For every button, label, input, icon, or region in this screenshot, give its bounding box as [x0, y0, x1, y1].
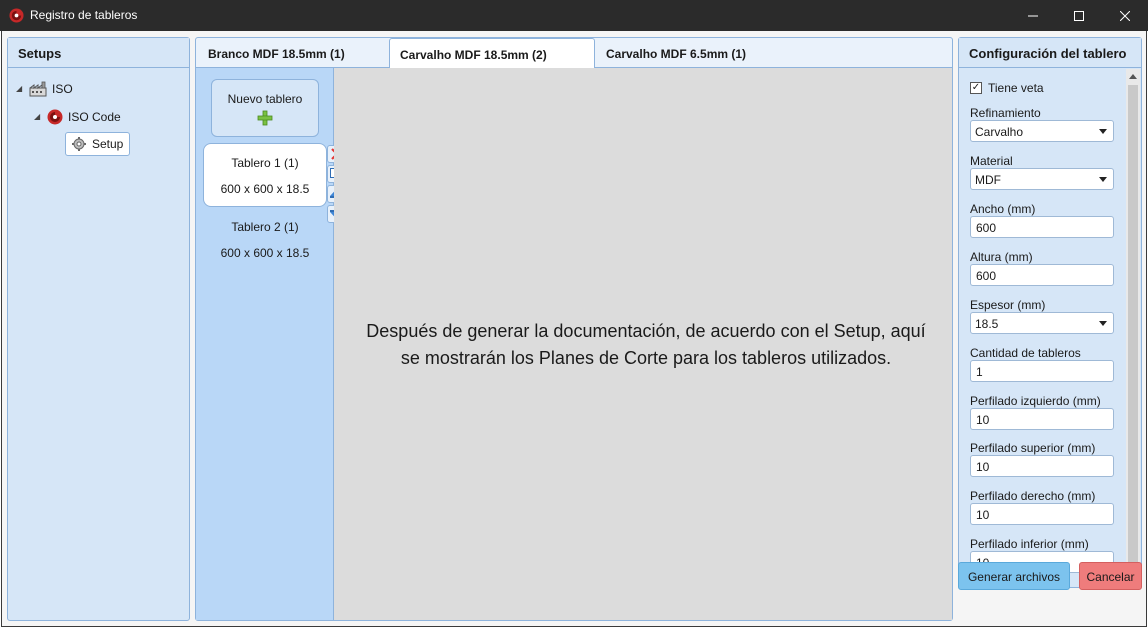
perfilado-inferior-label: Perfilado inferior (mm): [970, 537, 1089, 551]
plus-icon: [257, 110, 273, 126]
tab-label: Branco MDF 18.5mm (1): [208, 47, 345, 61]
config-form: ✓ Tiene veta Refinamiento Carvalho Mater…: [960, 69, 1140, 586]
tree-label-iso: ISO: [52, 82, 73, 96]
board-card[interactable]: Tablero 2 (1) 600 x 600 x 18.5: [203, 208, 327, 272]
board-name: Tablero 1 (1): [231, 156, 299, 170]
tab-carvalho-mdf-6-5[interactable]: Carvalho MDF 6.5mm (1): [596, 38, 796, 68]
maximize-button[interactable]: [1056, 0, 1102, 31]
preview-message-line1: Después de generar la documentación, de …: [366, 321, 926, 341]
altura-label: Altura (mm): [970, 250, 1033, 264]
perfilado-superior-label: Perfilado superior (mm): [970, 441, 1096, 455]
new-board-label: Nuevo tablero: [227, 92, 303, 106]
cutting-plan-preview: Después de generar la documentación, de …: [334, 68, 952, 620]
refinamiento-select[interactable]: Carvalho: [970, 120, 1114, 142]
scrollbar-thumb[interactable]: [1128, 85, 1138, 570]
board-name: Tablero 2 (1): [231, 220, 299, 234]
refinamiento-value: Carvalho: [975, 125, 1024, 139]
factory-icon: [29, 81, 47, 97]
tab-carvalho-mdf-18-5[interactable]: Carvalho MDF 18.5mm (2): [389, 38, 595, 69]
window-title: Registro de tableros: [30, 8, 138, 22]
material-value: MDF: [975, 173, 1001, 187]
close-icon: [1120, 10, 1130, 21]
boards-panel: Branco MDF 18.5mm (1) Carvalho MDF 18.5m…: [195, 37, 953, 621]
expander-icon[interactable]: ◢: [34, 113, 42, 121]
ancho-input[interactable]: 600: [970, 216, 1114, 238]
material-label: Material: [970, 154, 1013, 168]
espesor-select[interactable]: 18.5: [970, 312, 1114, 334]
iso-code-icon: [47, 109, 63, 125]
scroll-up-icon[interactable]: [1129, 74, 1137, 79]
tree-item-iso[interactable]: ◢ ISO: [16, 81, 73, 97]
new-board-button[interactable]: Nuevo tablero: [211, 79, 319, 137]
expander-icon[interactable]: ◢: [16, 85, 24, 93]
board-card[interactable]: Tablero 1 (1) 600 x 600 x 18.5: [203, 143, 327, 207]
perfilado-izquierdo-label: Perfilado izquierdo (mm): [970, 394, 1101, 408]
minimize-icon: [1028, 15, 1038, 16]
maximize-icon: [1074, 10, 1084, 21]
setups-header: Setups: [8, 38, 189, 68]
board-config-panel: Configuración del tablero ✓ Tiene veta R…: [958, 37, 1142, 588]
board-dimensions: 600 x 600 x 18.5: [220, 246, 310, 260]
has-grain-checkbox-row[interactable]: ✓ Tiene veta: [970, 81, 1044, 95]
tab-label: Carvalho MDF 6.5mm (1): [606, 47, 747, 61]
board-list: Nuevo tablero Tablero 1 (1) 600 x 600 x …: [196, 68, 346, 620]
chevron-down-icon: [1099, 129, 1107, 134]
has-grain-checkbox[interactable]: ✓: [970, 82, 982, 94]
tree-item-iso-code[interactable]: ◢ ISO Code: [34, 109, 121, 125]
tab-branco-mdf-18-5[interactable]: Branco MDF 18.5mm (1): [198, 38, 388, 68]
espesor-value: 18.5: [975, 317, 999, 331]
setups-panel: Setups ◢ ISO ◢ ISO Code Setup: [7, 37, 190, 621]
has-grain-label: Tiene veta: [988, 81, 1044, 95]
material-select[interactable]: MDF: [970, 168, 1114, 190]
app-logo-icon: [9, 8, 24, 23]
tree-label-setup: Setup: [92, 137, 124, 151]
perfilado-izquierdo-input[interactable]: 10: [970, 408, 1114, 430]
tree-label-iso-code: ISO Code: [68, 110, 121, 124]
tab-label: Carvalho MDF 18.5mm (2): [400, 48, 547, 62]
ancho-label: Ancho (mm): [970, 202, 1036, 216]
gear-icon: [72, 137, 86, 151]
board-dimensions: 600 x 600 x 18.5: [220, 182, 310, 196]
perfilado-superior-input[interactable]: 10: [970, 455, 1114, 477]
cantidad-label: Cantidad de tableros: [970, 346, 1081, 360]
perfilado-derecho-label: Perfilado derecho (mm): [970, 489, 1096, 503]
minimize-button[interactable]: [1010, 0, 1056, 31]
title-bar: Registro de tableros: [0, 0, 1148, 31]
perfilado-derecho-input[interactable]: 10: [970, 503, 1114, 525]
preview-message: Después de generar la documentación, de …: [334, 318, 952, 372]
config-header: Configuración del tablero: [959, 38, 1141, 68]
cantidad-input[interactable]: 1: [970, 360, 1114, 382]
refinamiento-label: Refinamiento: [970, 106, 1041, 120]
tree-item-setup[interactable]: Setup: [65, 132, 131, 156]
material-tabs: Branco MDF 18.5mm (1) Carvalho MDF 18.5m…: [196, 38, 952, 69]
generate-files-button[interactable]: Generar archivos: [958, 562, 1070, 590]
config-scrollbar[interactable]: [1126, 69, 1140, 586]
close-button[interactable]: [1102, 0, 1148, 31]
chevron-down-icon: [1099, 177, 1107, 182]
altura-input[interactable]: 600: [970, 264, 1114, 286]
preview-message-line2: se mostrarán los Planes de Corte para lo…: [400, 348, 892, 368]
cancel-button[interactable]: Cancelar: [1079, 562, 1142, 590]
chevron-down-icon: [1099, 321, 1107, 326]
espesor-label: Espesor (mm): [970, 298, 1046, 312]
